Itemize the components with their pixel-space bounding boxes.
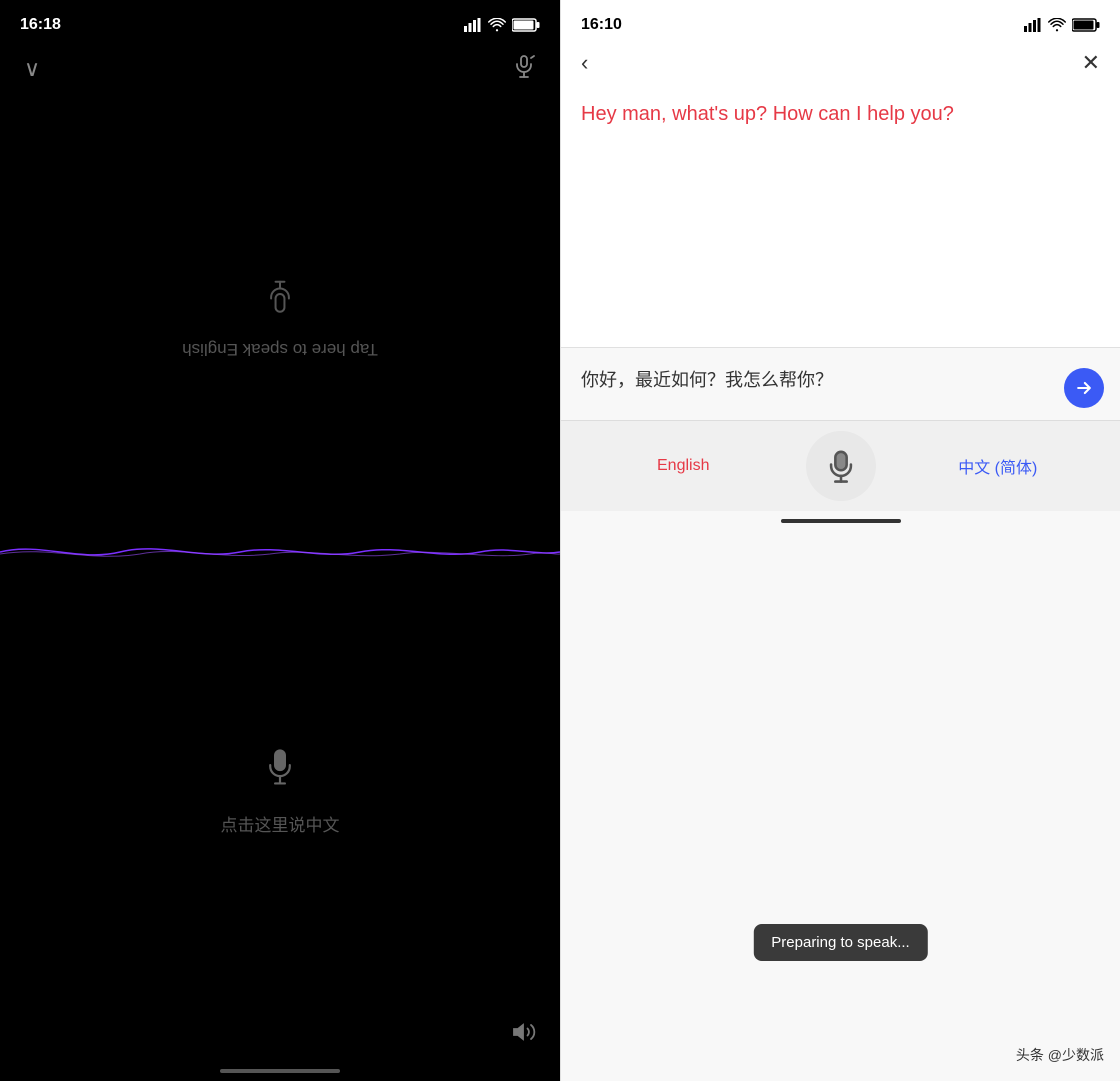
left-status-bar: 16:18 [0,0,560,42]
center-mic-icon [824,449,858,483]
right-battery-icon [1072,18,1100,32]
right-wifi-icon [1048,18,1066,32]
wave-svg [0,532,560,572]
preparing-text: Preparing to speak... [771,934,909,951]
left-status-icons [464,18,540,32]
english-language-button[interactable]: English [561,449,806,483]
lower-chinese-section[interactable]: 点击这里说中文 [0,572,560,1008]
tap-chinese-label: 点击这里说中文 [221,811,340,836]
mic-settings-icon[interactable] [512,54,536,84]
volume-icon[interactable] [512,1020,536,1049]
right-signal-icon [1024,18,1042,32]
lower-translation-panel: 你好，最近如何？我怎么帮你？ Preparing to speak... Eng… [561,348,1120,1081]
left-top-controls: ∨ [0,42,560,96]
chinese-translation-text: 你好，最近如何？我怎么帮你？ [581,368,1052,393]
close-button[interactable]: ✕ [1082,50,1100,76]
back-button[interactable]: ‹ [581,50,588,76]
watermark: 头条 @少数派 [1016,1045,1104,1065]
wave-divider [0,532,560,572]
send-arrow-button[interactable] [1064,368,1104,408]
right-status-icons [1024,18,1100,32]
right-status-bar: 16:10 [561,0,1120,42]
upper-english-section[interactable]: Tap here to speak English [0,96,560,532]
chinese-language-button[interactable]: 中文 (简体) [876,446,1120,486]
signal-icon [464,18,482,32]
center-mic-button[interactable] [806,431,876,501]
english-translation-text: Hey man, what's up? How can I help you? [581,100,1100,128]
right-time: 16:10 [581,16,622,34]
chinese-text-area: 你好，最近如何？我怎么帮你？ [561,348,1120,420]
wifi-icon [488,18,506,32]
preparing-tooltip: Preparing to speak... [753,924,927,961]
english-mic-icon[interactable] [262,269,298,319]
battery-icon [512,18,540,32]
chevron-down-icon[interactable]: ∨ [24,56,40,82]
arrow-right-icon [1074,378,1094,398]
home-indicator-right [781,519,901,523]
tap-english-label: Tap here to speak English [182,339,378,359]
left-time: 16:18 [20,16,61,34]
right-panel: 16:10 ‹ ✕ Hey man, w [560,0,1120,1081]
home-indicator-left [220,1069,340,1073]
chinese-mic-icon[interactable] [262,745,298,795]
bottom-language-bar: English 中文 (简体) [561,420,1120,511]
right-nav-bar: ‹ ✕ [561,42,1120,88]
left-bottom-bar [0,1008,560,1069]
upper-translation-panel: Hey man, what's up? How can I help you? [561,88,1120,348]
left-panel: 16:18 ∨ [0,0,560,1081]
